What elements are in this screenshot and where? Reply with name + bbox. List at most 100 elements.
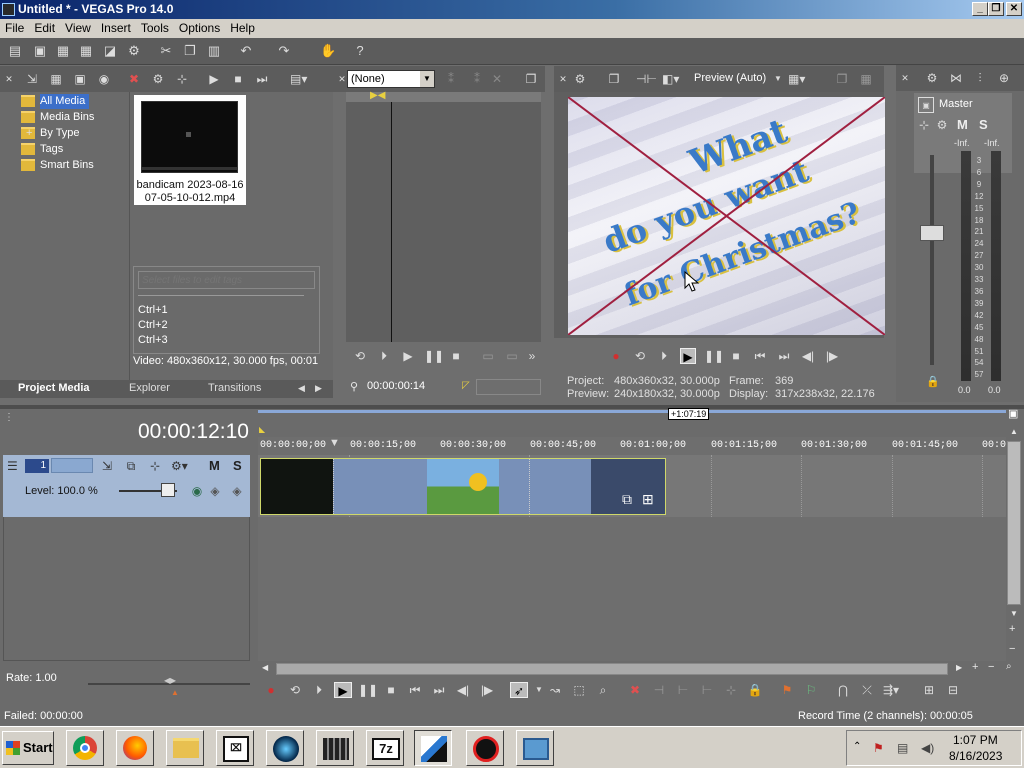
track-motion-icon[interactable]: ⇲ xyxy=(99,458,115,474)
taskbar-explorer[interactable] xyxy=(166,730,204,766)
play-icon[interactable]: ▶ xyxy=(206,71,222,87)
time-ruler[interactable]: 00:00:00;00 00:00:15;00 00:00:30;00 00:0… xyxy=(258,437,1012,455)
master-fader[interactable] xyxy=(920,225,944,241)
tab-explorer[interactable]: Explorer xyxy=(129,380,170,397)
shortcut-2[interactable]: Ctrl+2 xyxy=(138,318,168,333)
loop-icon[interactable]: ⟲ xyxy=(352,348,368,364)
delete-icon[interactable]: ✖ xyxy=(626,682,644,698)
expand-icon[interactable]: + xyxy=(26,127,32,139)
menu-insert[interactable]: Insert xyxy=(96,19,136,38)
go-to-start-icon[interactable]: ⏮ xyxy=(752,348,768,364)
tray-volume-icon[interactable]: ◀) xyxy=(921,741,934,755)
tree-smart-bins[interactable]: Smart Bins xyxy=(21,158,94,173)
split-screen-icon[interactable]: ⊣⊢ xyxy=(636,71,657,87)
auto-ripple-icon[interactable]: ⇶▾ xyxy=(882,682,900,698)
track-compositing-icon[interactable]: ⧉ xyxy=(123,458,139,474)
start-button[interactable]: Start xyxy=(2,731,54,765)
vertical-scroll-thumb[interactable] xyxy=(1007,441,1021,605)
insert-marker-icon[interactable]: ⚑ xyxy=(778,682,796,698)
trimmer-window-icon[interactable]: ❐ xyxy=(523,71,539,87)
panel-close-icon[interactable]: ✕ xyxy=(1,71,17,87)
master-fx-icon[interactable]: ⚙ xyxy=(934,117,950,133)
maximize-button[interactable]: ❐ xyxy=(988,2,1004,16)
go-to-end-icon[interactable]: ⏭ xyxy=(776,348,792,364)
taskbar-vegas[interactable] xyxy=(414,730,452,766)
taskbar-app-10[interactable] xyxy=(516,730,554,766)
pause-icon[interactable]: ❚❚ xyxy=(358,682,378,698)
go-to-start-icon[interactable]: ⏮ xyxy=(406,682,424,698)
parent-icon[interactable]: ◈ xyxy=(229,483,245,499)
tray-network-icon[interactable]: ▤ xyxy=(897,741,908,755)
track-split-icon[interactable]: ⊹ xyxy=(147,458,163,474)
menu-help[interactable]: Help xyxy=(225,19,260,38)
shortcut-3[interactable]: Ctrl+3 xyxy=(138,333,168,348)
pause-icon[interactable]: ❚❚ xyxy=(424,348,444,364)
ignore-grouping-icon[interactable]: ⊟ xyxy=(944,682,962,698)
play-from-start-icon[interactable]: ⏵ xyxy=(310,682,328,698)
video-clip[interactable]: ⧉ ⊞ xyxy=(260,458,666,515)
play-from-start-icon[interactable]: ⏵ xyxy=(656,348,672,364)
lock-icon[interactable]: 🔒 xyxy=(926,375,940,388)
master-solo-button[interactable]: S xyxy=(979,117,988,132)
close-button[interactable]: ✕ xyxy=(1006,2,1022,16)
previous-frame-icon[interactable]: ◀| xyxy=(454,682,472,698)
trimmer-area[interactable]: ▶◀ xyxy=(346,90,541,342)
views-icon[interactable]: ▤▾ xyxy=(290,71,307,87)
remove-icon[interactable]: ✖ xyxy=(126,71,142,87)
playhead-icon[interactable]: ▼ xyxy=(329,437,340,449)
record-icon[interactable]: ● xyxy=(262,682,280,698)
taskbar-app-5[interactable] xyxy=(266,730,304,766)
event-fx-icon[interactable]: ⊞ xyxy=(642,491,654,508)
selection-tool-icon[interactable]: ⬚ xyxy=(570,682,588,698)
paste-icon[interactable]: ▥ xyxy=(206,43,222,59)
go-to-end-icon[interactable]: ⏭ xyxy=(430,682,448,698)
stop-icon[interactable]: ■ xyxy=(448,348,464,364)
tab-scroll-right-icon[interactable]: ▶ xyxy=(315,380,322,397)
stop-icon[interactable]: ■ xyxy=(230,71,246,87)
copy-snapshot-icon[interactable]: ❐ xyxy=(834,71,850,87)
video-preview[interactable]: What do you want for Christmas? xyxy=(568,97,885,335)
scroll-down-icon[interactable]: ▼ xyxy=(1010,609,1018,618)
import-media-icon[interactable]: ⇲ xyxy=(24,71,40,87)
record-icon[interactable]: ● xyxy=(608,348,624,364)
minimize-button[interactable]: _ xyxy=(972,2,988,16)
insert-icon[interactable]: ▭ xyxy=(504,348,520,364)
save-icon[interactable]: ▦ xyxy=(55,43,71,59)
trim-start-icon[interactable]: ⊣ xyxy=(650,682,668,698)
play-icon[interactable]: ▶ xyxy=(680,348,696,364)
track-header[interactable]: ☰ 1 ⇲ ⧉ ⊹ ⚙▾ M S Level: 100.0 % ◉ ◈ ◈ xyxy=(3,455,250,517)
add-to-timeline-icon[interactable]: ▭ xyxy=(480,348,496,364)
vertical-scrollbar[interactable]: ▣ ▲ ▼ + − xyxy=(1006,408,1022,675)
previous-frame-icon[interactable]: ◀| xyxy=(800,348,816,364)
mixer-properties-icon[interactable]: ⚙ xyxy=(924,70,940,86)
scroll-right-icon[interactable]: ▶ xyxy=(956,663,962,672)
composite-icon[interactable]: ◉ xyxy=(189,483,205,499)
external-monitor-icon[interactable]: ❐ xyxy=(606,71,622,87)
zoom-tool-icon[interactable]: ⌕ xyxy=(594,682,612,698)
track-mute-button[interactable]: M xyxy=(209,458,220,473)
stop-icon[interactable]: ■ xyxy=(382,682,400,698)
preview-properties-icon[interactable]: ⚙ xyxy=(572,71,588,87)
trimmer-dropdown[interactable]: (None) ▼ xyxy=(347,70,435,88)
rate-slider[interactable]: ◂▸ xyxy=(164,673,176,687)
track-solo-button[interactable]: S xyxy=(233,458,242,473)
zoom-out-icon[interactable]: − xyxy=(1009,643,1015,655)
clear-icon[interactable]: ✕ xyxy=(489,71,505,87)
level-slider[interactable] xyxy=(161,483,175,497)
menu-edit[interactable]: Edit xyxy=(29,19,60,38)
redo-icon[interactable]: ↷ xyxy=(276,43,292,59)
tree-tags[interactable]: Tags xyxy=(21,142,63,157)
zoom-out-h-icon[interactable]: − xyxy=(988,661,994,673)
tree-media-bins[interactable]: Media Bins xyxy=(21,110,94,125)
scroll-left-icon[interactable]: ◀ xyxy=(262,663,268,672)
auto-preview-icon[interactable]: ⏭ xyxy=(254,71,270,87)
trim-icon[interactable]: ⁑ xyxy=(469,71,485,87)
play-icon[interactable]: ▶ xyxy=(334,682,352,698)
horizontal-scroll-thumb[interactable] xyxy=(276,663,948,675)
web-icon[interactable]: ◉ xyxy=(96,71,112,87)
track-fx-icon[interactable]: ⚙▾ xyxy=(171,458,188,474)
mixer-fx-icon[interactable]: ⊕ xyxy=(996,70,1012,86)
taskbar-app-6[interactable] xyxy=(316,730,354,766)
lock-icon[interactable]: 🔒 xyxy=(746,682,764,698)
mask-icon[interactable]: ◈ xyxy=(207,483,223,499)
